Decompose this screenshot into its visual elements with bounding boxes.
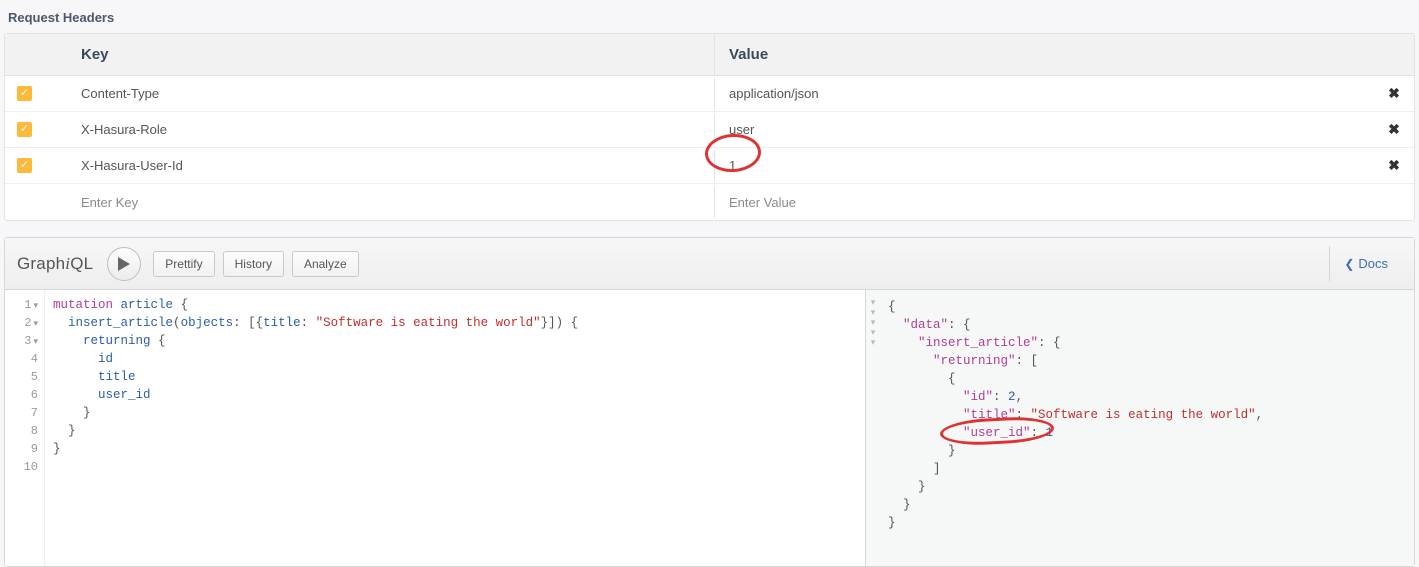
prettify-button[interactable]: Prettify (153, 251, 214, 277)
graphiql-panel: GraphiQL Prettify History Analyze ❮ Docs… (4, 237, 1415, 567)
graphiql-logo: GraphiQL (17, 254, 93, 274)
header-key-input[interactable] (81, 86, 708, 101)
checkbox-icon[interactable]: ✓ (17, 122, 32, 137)
query-editor[interactable]: 1▾ 2▾ 3▾ 4 5 6 7 8 9 10 mutation article… (5, 290, 866, 566)
graphiql-toolbar: GraphiQL Prettify History Analyze ❮ Docs (5, 238, 1414, 290)
header-value-input-new[interactable] (729, 195, 1360, 210)
col-header-value: Value (715, 34, 1374, 75)
analyze-button[interactable]: Analyze (292, 251, 359, 277)
chevron-left-icon: ❮ (1344, 257, 1354, 271)
result-code: { "data": { "insert_article": { "returni… (880, 296, 1414, 566)
result-pane: ▾▾▾▾▾ { "data": { "insert_article": { "r… (866, 290, 1414, 566)
header-value-input[interactable] (729, 122, 1360, 137)
header-row-new (5, 184, 1414, 220)
query-code[interactable]: mutation article { insert_article(object… (45, 290, 865, 566)
header-value-input[interactable] (729, 86, 1360, 101)
run-button[interactable] (107, 247, 141, 281)
header-row: ✓ ✖ (5, 76, 1414, 112)
header-row: ✓ ✖ (5, 148, 1414, 184)
line-gutter: 1▾ 2▾ 3▾ 4 5 6 7 8 9 10 (5, 290, 45, 566)
close-icon[interactable]: ✖ (1388, 157, 1400, 173)
header-row: ✓ ✖ (5, 112, 1414, 148)
docs-label: Docs (1358, 256, 1388, 271)
docs-toggle[interactable]: ❮ Docs (1329, 246, 1402, 281)
checkbox-icon[interactable]: ✓ (17, 158, 32, 173)
header-key-input[interactable] (81, 158, 708, 173)
header-value-input[interactable] (729, 158, 1360, 173)
history-button[interactable]: History (223, 251, 284, 277)
section-title: Request Headers (0, 0, 1419, 33)
col-header-key: Key (75, 34, 715, 75)
close-icon[interactable]: ✖ (1388, 121, 1400, 137)
request-headers-table: Key Value ✓ ✖ ✓ ✖ ✓ ✖ (4, 33, 1415, 221)
play-icon (118, 257, 130, 271)
checkbox-icon[interactable]: ✓ (17, 86, 32, 101)
header-key-input[interactable] (81, 122, 708, 137)
header-key-input-new[interactable] (81, 195, 708, 210)
result-fold-gutter: ▾▾▾▾▾ (866, 296, 880, 566)
close-icon[interactable]: ✖ (1388, 85, 1400, 101)
headers-header-row: Key Value (5, 34, 1414, 76)
